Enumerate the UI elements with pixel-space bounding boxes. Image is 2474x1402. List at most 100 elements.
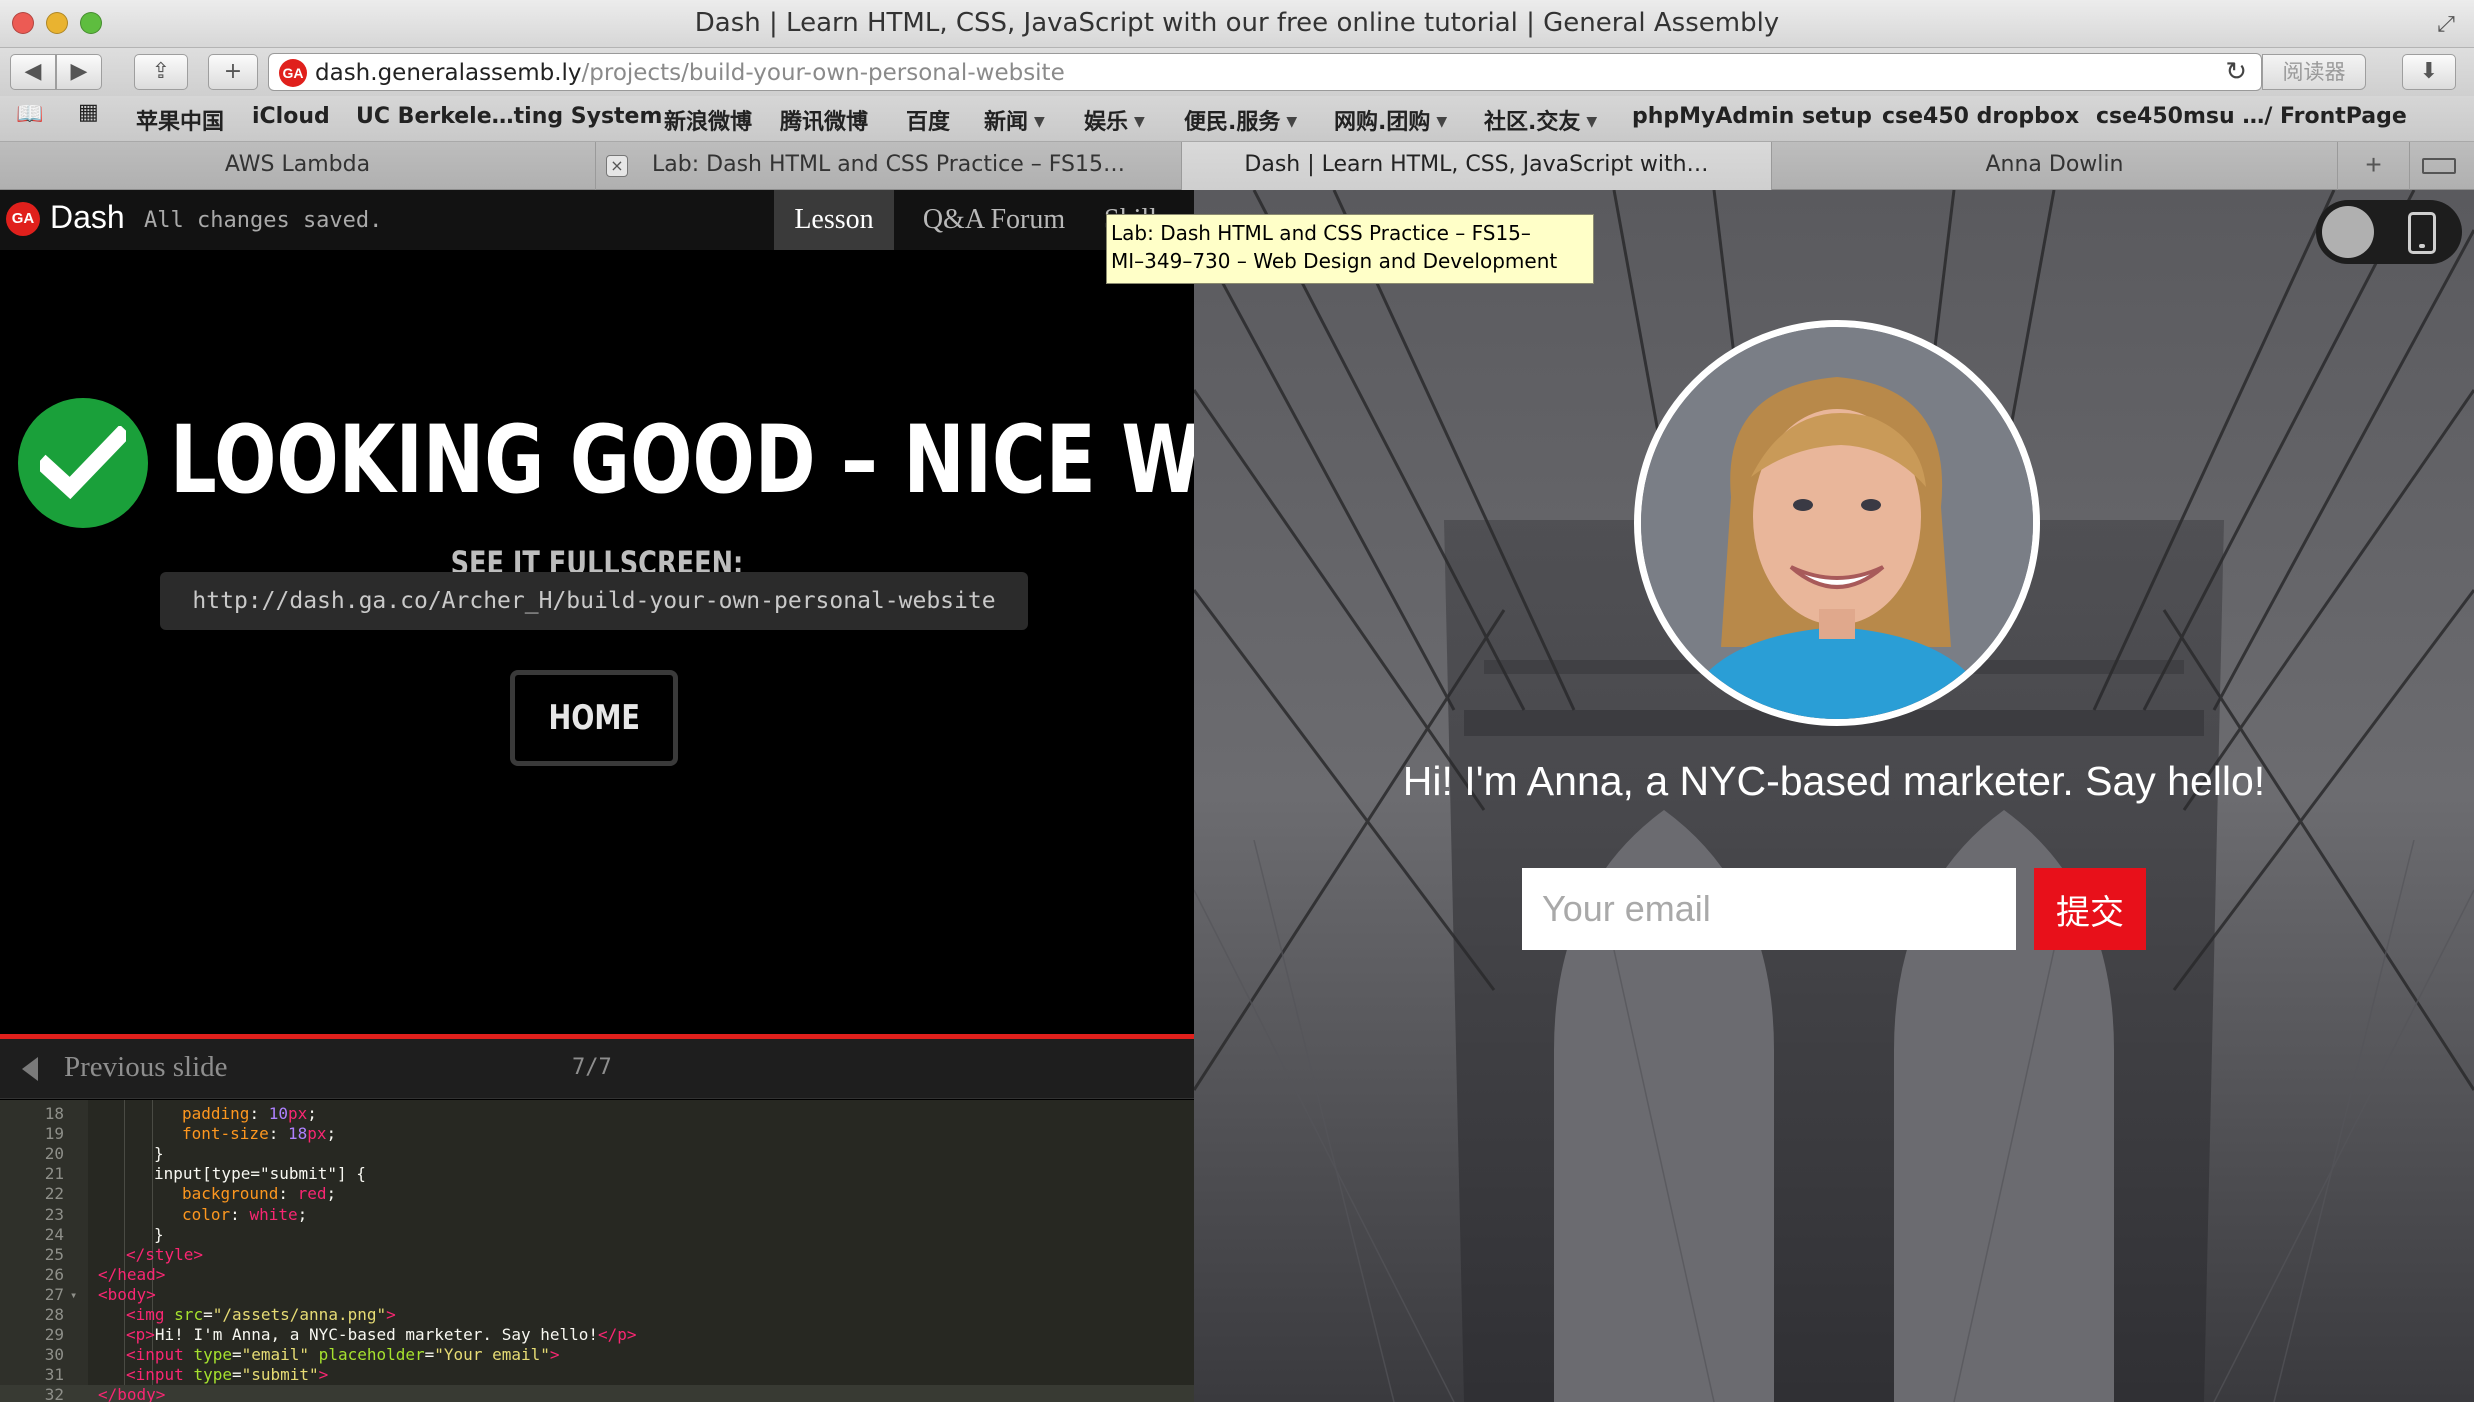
bookmark-label: 便民.服务 bbox=[1184, 110, 1281, 135]
line-number: 23 bbox=[44, 1204, 64, 1224]
code-token: px bbox=[307, 1124, 327, 1144]
tab-qa-forum[interactable]: Q&A Forum bbox=[904, 190, 1084, 250]
code-line[interactable]: 26 </head> bbox=[0, 1265, 1194, 1285]
tab-label: AWS Lambda bbox=[224, 152, 371, 177]
downloads-button[interactable]: ⬇ bbox=[2402, 54, 2456, 90]
code-text: } bbox=[154, 1225, 164, 1245]
plus-icon: + bbox=[223, 59, 243, 84]
code-token: src bbox=[174, 1305, 204, 1324]
code-line[interactable]: 20} bbox=[0, 1144, 1194, 1164]
fold-arrow-icon[interactable]: ▾ bbox=[70, 1285, 77, 1305]
reader-button[interactable]: 阅读器 bbox=[2262, 54, 2366, 90]
code-line[interactable]: 19 font-size: 18px; bbox=[0, 1124, 1194, 1144]
bookmark-item[interactable]: 百度 bbox=[906, 104, 950, 136]
previous-arrow-icon[interactable] bbox=[22, 1057, 38, 1081]
code-token: padding bbox=[182, 1104, 250, 1123]
reload-icon[interactable]: ↻ bbox=[2225, 56, 2247, 87]
code-token: > bbox=[318, 1365, 329, 1385]
code-token: <img bbox=[126, 1305, 175, 1324]
bookmark-item[interactable]: 娱乐 ▼ bbox=[1084, 104, 1145, 136]
code-line[interactable]: 27 ▾ <body> bbox=[0, 1285, 1194, 1305]
bookmark-item[interactable]: phpMyAdmin setup bbox=[1632, 104, 1872, 129]
address-bar[interactable]: GA dash.generalassemb.ly/projects/build-… bbox=[268, 53, 2262, 91]
browser-tab[interactable]: × Lab: Dash HTML and CSS Practice – FS15… bbox=[596, 142, 1182, 190]
code-line[interactable]: 21 input[type="submit"] { bbox=[0, 1164, 1194, 1184]
line-number: 19 bbox=[44, 1124, 64, 1144]
tab-bar: AWS Lambda × Lab: Dash HTML and CSS Practi… bbox=[0, 142, 2474, 190]
bookmark-item[interactable]: 腾讯微博 bbox=[780, 104, 868, 136]
line-number: 18 bbox=[44, 1104, 64, 1123]
code-token: </body> bbox=[98, 1385, 166, 1402]
code-line[interactable]: 22 background: red; bbox=[0, 1184, 1194, 1204]
share-button[interactable]: ⇪ bbox=[134, 54, 188, 90]
bookmark-item[interactable]: 新浪微博 bbox=[664, 104, 752, 136]
code-line[interactable]: 32 </body> bbox=[0, 1385, 1194, 1402]
url-text[interactable]: dash.generalassemb.ly/projects/build-you… bbox=[315, 60, 1065, 86]
code-token: "/assets/anna.png" bbox=[212, 1305, 387, 1324]
bookmark-item[interactable]: 苹果中国 bbox=[136, 104, 224, 136]
browser-tab[interactable]: Dash | Learn HTML, CSS, JavaScript with… bbox=[1182, 142, 1772, 190]
code-token: </head> bbox=[98, 1264, 166, 1284]
tab-lesson[interactable]: Lesson bbox=[774, 190, 894, 250]
browser-tab[interactable]: AWS Lambda bbox=[0, 142, 596, 190]
bookmark-item[interactable]: 社区.交友 ▼ bbox=[1484, 104, 1597, 136]
chevron-down-icon: ▼ bbox=[1134, 114, 1145, 130]
code-line[interactable]: 29 <p>Hi! I'm Anna, a NYC-based marketer.… bbox=[0, 1325, 1194, 1345]
line-number: 29 bbox=[44, 1325, 64, 1345]
download-icon: ⬇ bbox=[2419, 59, 2439, 84]
code-line[interactable]: 24} bbox=[0, 1225, 1194, 1245]
tab-overview-icon[interactable] bbox=[2422, 158, 2456, 174]
code-token: type bbox=[193, 1365, 232, 1385]
bookmark-item[interactable]: cse450 dropbox bbox=[1882, 104, 2079, 129]
email-input[interactable] bbox=[1522, 868, 2016, 950]
line-number: 32 bbox=[44, 1385, 64, 1402]
code-line[interactable]: 30 <input type="email" placeholder="Your … bbox=[0, 1345, 1194, 1365]
code-line[interactable]: 25 </style> bbox=[0, 1245, 1194, 1265]
code-line[interactable]: 28 <img src="/assets/anna.png"> bbox=[0, 1305, 1194, 1325]
slide-counter: 7/7 bbox=[572, 1055, 612, 1080]
new-tab-toolbar-button[interactable]: + bbox=[208, 54, 258, 90]
line-number: 28 bbox=[44, 1305, 64, 1324]
bookmark-item[interactable]: 网购.团购 ▼ bbox=[1334, 104, 1447, 136]
code-token: : bbox=[278, 1184, 298, 1204]
fullscreen-icon[interactable]: ⤢ bbox=[2432, 10, 2460, 38]
code-token: Hi! I'm Anna, a NYC-based marketer. Say … bbox=[154, 1325, 599, 1345]
bookmark-item[interactable]: 便民.服务 ▼ bbox=[1184, 104, 1297, 136]
code-token: : bbox=[268, 1124, 288, 1144]
toggle-knob bbox=[2322, 206, 2374, 258]
code-line[interactable]: 31 <input type="submit"> bbox=[0, 1365, 1194, 1385]
brand-name[interactable]: Dash bbox=[50, 199, 125, 236]
submit-button[interactable]: 提交 bbox=[2034, 868, 2146, 950]
code-line[interactable]: 18 padding: 10px; bbox=[0, 1104, 1194, 1124]
device-toggle[interactable] bbox=[2316, 200, 2462, 264]
line-number: 30 bbox=[44, 1345, 64, 1365]
code-text: <input type="submit"> bbox=[126, 1365, 328, 1385]
mobile-phone-icon bbox=[2408, 212, 2436, 254]
code-text: padding: 10px; bbox=[182, 1104, 317, 1124]
bookmark-item[interactable]: 新闻 ▼ bbox=[984, 104, 1045, 136]
back-button[interactable]: ◀ bbox=[10, 54, 56, 90]
line-number: 21 bbox=[44, 1164, 64, 1184]
share-url-field[interactable]: http://dash.ga.co/Archer_H/build-your-ow… bbox=[160, 572, 1028, 630]
code-line[interactable]: 23 color: white; bbox=[0, 1205, 1194, 1225]
code-token: > bbox=[386, 1305, 396, 1324]
browser-tab[interactable]: Anna Dowlin bbox=[1772, 142, 2338, 190]
top-sites-icon[interactable]: ▦ bbox=[78, 100, 99, 125]
home-button[interactable]: HOME bbox=[510, 670, 678, 766]
window-title: Dash | Learn HTML, CSS, JavaScript with … bbox=[694, 8, 1780, 38]
ga-logo-icon[interactable]: GA bbox=[6, 202, 40, 236]
forward-button[interactable]: ▶ bbox=[56, 54, 102, 90]
window-titlebar: Dash | Learn HTML, CSS, JavaScript with … bbox=[0, 0, 2474, 48]
bookmark-item[interactable]: iCloud bbox=[252, 104, 330, 129]
tab-label: Anna Dowlin bbox=[1985, 152, 2124, 177]
new-tab-button[interactable]: + bbox=[2338, 142, 2410, 190]
code-editor[interactable]: 18 padding: 10px; 19 font-size: 18px; 20} 21 i… bbox=[0, 1100, 1194, 1402]
previous-slide-link[interactable]: Previous slide bbox=[64, 1051, 228, 1084]
code-token: "Your email" bbox=[434, 1345, 550, 1365]
close-tab-icon[interactable]: × bbox=[606, 155, 628, 177]
bookmark-item[interactable]: UC Berkele…ting System bbox=[356, 104, 662, 129]
bookmark-item[interactable]: cse450msu …/ FrontPage bbox=[2096, 104, 2407, 129]
browser-toolbar: ◀ ▶ ⇪ + GA dash.generalassemb.ly/project… bbox=[0, 48, 2474, 96]
tab-label: Lab: Dash HTML and CSS Practice – FS15… bbox=[652, 152, 1125, 177]
reading-list-icon[interactable]: 📖 bbox=[16, 102, 43, 127]
